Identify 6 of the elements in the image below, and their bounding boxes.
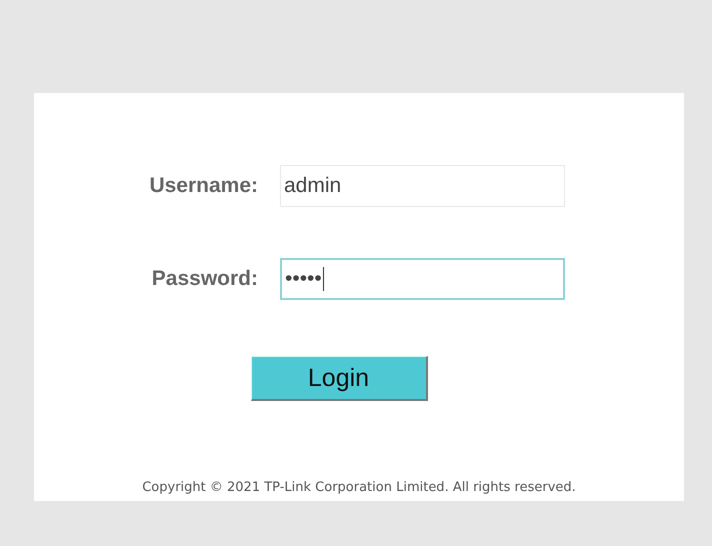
input-field[interactable]: ••••• — [280, 258, 565, 300]
login-button[interactable]: Login — [250, 356, 428, 401]
field-label: Password: — [150, 266, 258, 292]
input-field[interactable]: admin — [280, 165, 565, 207]
copyright-text: Copyright © 2021 TP-Link Corporation Limited. All rights reserved. — [142, 478, 576, 496]
field-label: Username: — [148, 173, 258, 200]
